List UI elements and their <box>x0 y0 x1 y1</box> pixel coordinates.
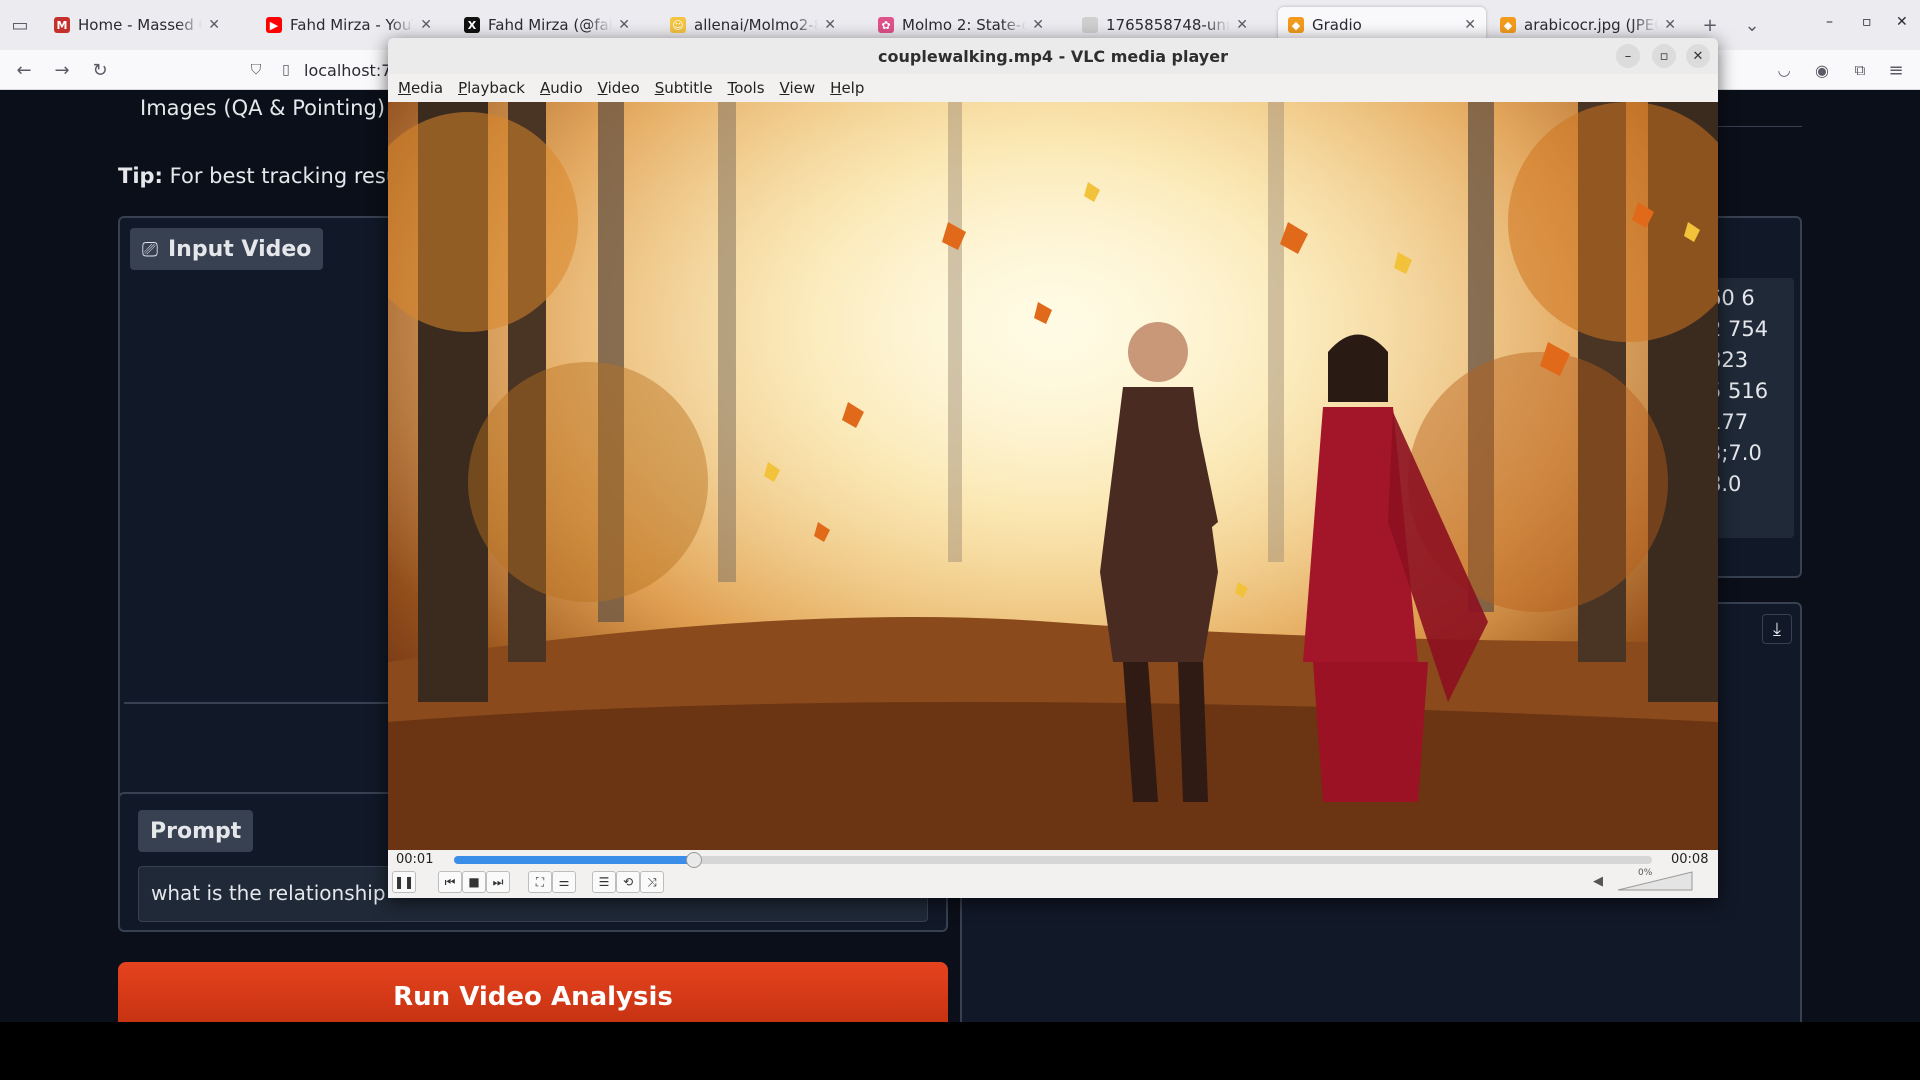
tab-close-icon[interactable]: ✕ <box>208 17 220 33</box>
tab-favicon-icon: ◆ <box>1500 17 1516 33</box>
tab-images-qa[interactable]: Images (QA & Pointing) <box>140 96 385 120</box>
page-icon: ▯ <box>282 62 290 78</box>
vlc-menu-media[interactable]: Media <box>398 79 443 97</box>
tab-close-icon[interactable]: ✕ <box>1464 17 1476 33</box>
vlc-menu-bar: Media Playback Audio Video Subtitle Tools View… <box>388 74 1718 102</box>
pocket-icon[interactable]: ◡ <box>1772 58 1796 82</box>
video-frame[interactable] <box>388 102 1718 850</box>
tab-list-icon[interactable]: ▭ <box>8 13 32 37</box>
extensions-icon[interactable]: ⧉ <box>1848 58 1872 82</box>
browser-tab[interactable]: M Home - Massed Com ✕ <box>44 7 230 43</box>
tab-title: arabicocr.jpg (JPEG I <box>1524 16 1658 34</box>
seek-bar[interactable] <box>454 852 1652 868</box>
vlc-close-icon[interactable]: ✕ <box>1686 44 1710 68</box>
vlc-menu-tools[interactable]: Tools <box>728 79 765 97</box>
vlc-menu-video[interactable]: Video <box>598 79 640 97</box>
speaker-icon[interactable]: ◀ <box>1593 874 1603 889</box>
account-icon[interactable]: ◉ <box>1810 58 1834 82</box>
tab-title: Gradio <box>1312 16 1362 34</box>
tip-bold: Tip: <box>118 164 163 188</box>
seek-handle[interactable] <box>685 852 702 868</box>
input-video-label-text: Input Video <box>168 236 312 262</box>
vlc-menu-audio[interactable]: Audio <box>540 79 583 97</box>
tip-body: For best tracking result <box>169 164 414 188</box>
reload-icon[interactable]: ↻ <box>88 58 112 82</box>
tab-favicon-icon: M <box>54 17 70 33</box>
vlc-menu-view[interactable]: View <box>780 79 816 97</box>
browser-window: ▭ M Home - Massed Com ✕ ▶ Fahd Mirza - YouTu… <box>0 0 1920 1022</box>
tab-title: Fahd Mirza - YouTube <box>290 16 414 34</box>
close-icon[interactable]: ✕ <box>1896 14 1908 30</box>
menu-icon[interactable]: ≡ <box>1884 58 1908 82</box>
vlc-title-bar[interactable]: couplewalking.mp4 - VLC media player <box>388 38 1718 74</box>
forward-icon[interactable]: → <box>50 58 74 82</box>
fullscreen-icon[interactable]: ⛶ <box>528 871 552 893</box>
vlc-maximize-icon[interactable]: ▫ <box>1652 44 1676 68</box>
minimize-icon[interactable]: – <box>1826 14 1833 30</box>
previous-icon[interactable]: ⏮ <box>438 871 462 893</box>
new-tab-icon[interactable]: + <box>1698 13 1722 37</box>
download-icon[interactable]: ⤓ <box>1762 614 1792 644</box>
seek-progress <box>454 856 694 864</box>
back-icon[interactable]: ← <box>12 58 36 82</box>
tab-favicon-icon <box>1082 17 1098 33</box>
autumn-forest-scene <box>388 102 1718 850</box>
vlc-minimize-icon[interactable]: – <box>1616 44 1640 68</box>
vlc-window: couplewalking.mp4 - VLC media player – ▫… <box>388 38 1718 898</box>
tip-text: Tip: For best tracking result <box>118 164 413 188</box>
tab-close-icon[interactable]: ✕ <box>824 17 836 33</box>
tab-title: Molmo 2: State-of-th <box>902 16 1027 34</box>
video-camera-icon: ⎚ <box>142 237 158 261</box>
tab-favicon-icon: ☺ <box>670 17 686 33</box>
vlc-controls: 00:01 00:08 ❚❚ ⏮ ■ ⏭ ⛶ ⚌ ☰ ⟲ ⤨ ◀ 0% <box>388 850 1718 898</box>
tab-close-icon[interactable]: ✕ <box>618 17 630 33</box>
vlc-window-title: couplewalking.mp4 - VLC media player <box>878 46 1228 66</box>
time-elapsed: 00:01 <box>396 852 434 867</box>
tab-close-icon[interactable]: ✕ <box>1236 17 1248 33</box>
tab-favicon-icon: X <box>464 17 480 33</box>
tab-title: Fahd Mirza (@fahdm <box>488 16 612 34</box>
time-total: 00:08 <box>1671 852 1709 867</box>
tab-close-icon[interactable]: ✕ <box>1664 17 1676 33</box>
stop-icon[interactable]: ■ <box>462 871 486 893</box>
input-video-label: ⎚ Input Video <box>130 228 324 270</box>
loop-icon[interactable]: ⟲ <box>616 871 640 893</box>
pause-icon[interactable]: ❚❚ <box>392 871 416 893</box>
next-icon[interactable]: ⏭ <box>486 871 510 893</box>
vlc-menu-playback[interactable]: Playback <box>458 79 525 97</box>
tab-favicon-icon: ✿ <box>878 17 894 33</box>
run-video-analysis-button[interactable]: Run Video Analysis <box>118 962 948 1022</box>
tab-overflow-icon[interactable]: ⌄ <box>1740 13 1764 37</box>
tab-close-icon[interactable]: ✕ <box>1032 17 1044 33</box>
tab-favicon-icon: ◆ <box>1288 17 1304 33</box>
restore-icon[interactable]: ▫ <box>1862 14 1872 30</box>
vlc-menu-subtitle[interactable]: Subtitle <box>655 79 713 97</box>
tab-title: 1765858748-unnamed- <box>1106 16 1230 34</box>
tab-favicon-icon: ▶ <box>266 17 282 33</box>
prompt-label: Prompt <box>138 810 254 852</box>
tab-title: allenai/Molmo2-8B <box>694 16 818 34</box>
volume-slider[interactable] <box>1616 870 1696 892</box>
shuffle-icon[interactable]: ⤨ <box>640 871 664 893</box>
volume-label: 0% <box>1638 868 1653 878</box>
tab-title: Home - Massed Com <box>78 16 202 34</box>
vlc-menu-help[interactable]: Help <box>830 79 864 97</box>
playlist-icon[interactable]: ☰ <box>592 871 616 893</box>
shield-icon[interactable]: ⛉ <box>244 58 268 82</box>
extended-settings-icon[interactable]: ⚌ <box>552 871 576 893</box>
tab-close-icon[interactable]: ✕ <box>420 17 432 33</box>
